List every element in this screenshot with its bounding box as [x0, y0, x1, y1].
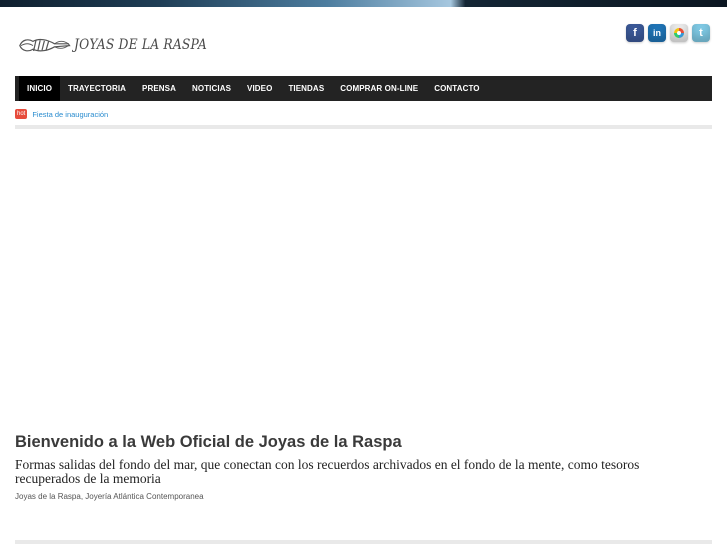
top-divider: [15, 125, 712, 129]
ticker-link[interactable]: Fiesta de inauguración: [32, 110, 108, 119]
news-ticker: hot Fiesta de inauguración: [15, 108, 108, 120]
main-navigation: INICIO TRAYECTORIA PRENSA NOTICIAS VIDEO…: [15, 76, 712, 101]
site-header: JOYAS DE LA RASPA f in t: [15, 20, 712, 70]
bottom-divider: [15, 540, 712, 544]
fish-bone-logo-icon: [19, 38, 71, 52]
nav-item-prensa[interactable]: PRENSA: [134, 76, 184, 101]
welcome-title: Bienvenido a la Web Oficial de Joyas de …: [15, 433, 402, 451]
site-logo[interactable]: JOYAS DE LA RASPA: [15, 20, 225, 70]
welcome-subtitle: Formas salidas del fondo del mar, que co…: [15, 457, 640, 486]
nav-item-noticias[interactable]: NOTICIAS: [184, 76, 239, 101]
twitter-icon[interactable]: t: [692, 24, 710, 42]
linkedin-icon[interactable]: in: [648, 24, 666, 42]
welcome-description: Joyas de la Raspa, Joyería Atlántica Con…: [15, 492, 204, 501]
hot-badge: hot: [15, 109, 28, 119]
top-gradient-bar: [0, 0, 727, 7]
facebook-icon[interactable]: f: [626, 24, 644, 42]
picasa-icon[interactable]: [670, 24, 688, 42]
nav-item-video[interactable]: VIDEO: [239, 76, 280, 101]
welcome-section: Bienvenido a la Web Oficial de Joyas de …: [15, 433, 712, 502]
nav-item-comprar-on-line[interactable]: COMPRAR ON-LINE: [332, 76, 426, 101]
nav-item-tiendas[interactable]: TIENDAS: [280, 76, 332, 101]
nav-item-trayectoria[interactable]: TRAYECTORIA: [60, 76, 134, 101]
logo-text: JOYAS DE LA RASPA: [73, 37, 207, 53]
nav-item-contacto[interactable]: CONTACTO: [426, 76, 487, 101]
nav-item-inicio[interactable]: INICIO: [19, 76, 61, 101]
picasa-symbol-icon: [674, 28, 684, 38]
social-links: f in t: [626, 24, 710, 42]
page: JOYAS DE LA RASPA f in t INICIO TRAYECTO…: [0, 0, 727, 545]
